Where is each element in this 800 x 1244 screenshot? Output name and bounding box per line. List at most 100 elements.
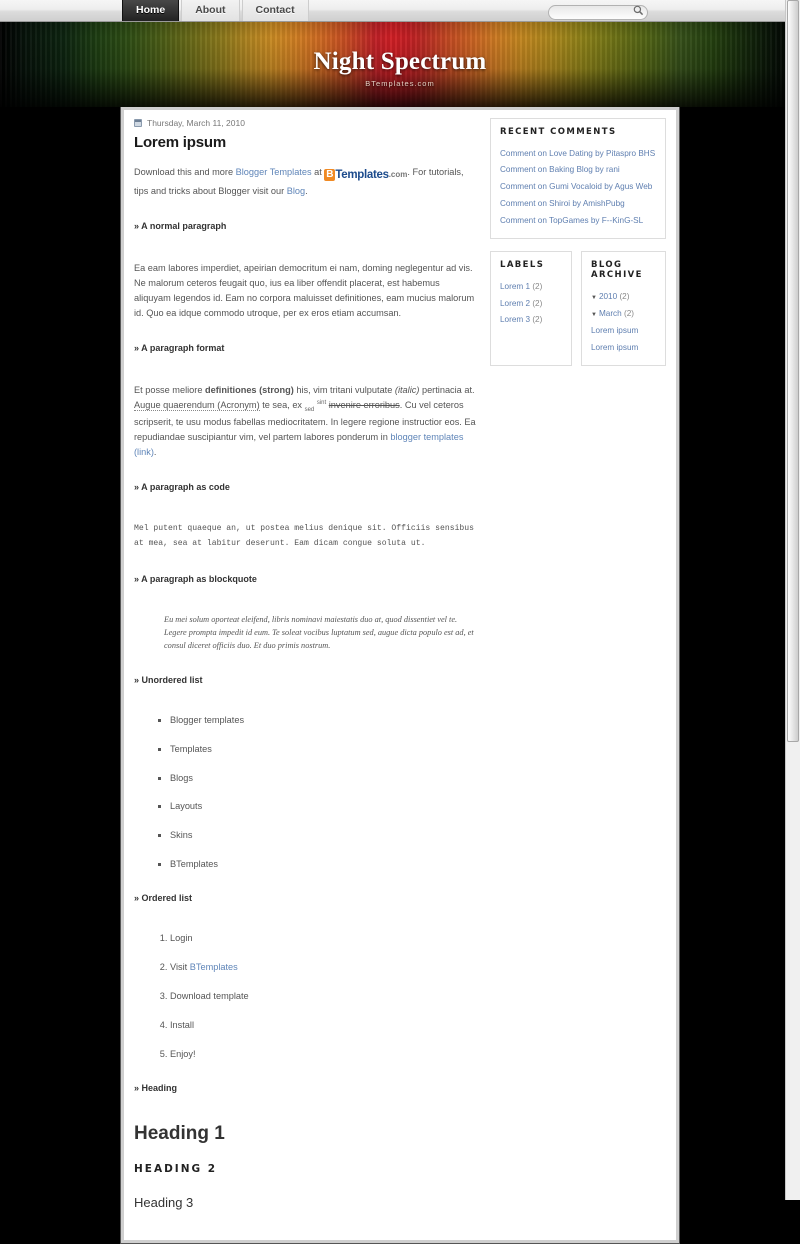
code-block: Mel putent quaeque an, ut postea melius … [134,524,479,549]
intro-text-2: at [311,167,325,177]
label-link[interactable]: Lorem 1 [500,282,530,291]
widget-recent-comments: Recent Comments Comment on Love Dating b… [490,118,666,240]
archive-post-link[interactable]: Lorem ipsum [591,326,638,335]
chevron-down-icon[interactable]: ▼ [591,312,597,318]
banner-subtitle: BTemplates.com [365,79,435,88]
nav-label: Contact [255,4,295,16]
main-nav: Home About Contact [122,0,311,21]
scrollbar-thumb[interactable] [787,0,799,742]
italic-sample: (italic) [394,384,420,395]
nav-label: About [195,4,226,16]
comment-link[interactable]: Comment on Shiroi by AmishPubg [500,199,625,208]
section-heading: » Heading [134,1083,178,1094]
blog-link[interactable]: Blog [287,186,305,196]
blockquote-text: Eu mei solum oporteat eleifend, libris n… [164,615,474,650]
label-link[interactable]: Lorem 3 [500,315,530,324]
list-item[interactable]: Comment on Shiroi by AmishPubg [500,196,656,213]
comment-link[interactable]: Comment on TopGames by F--KinG-SL [500,216,643,225]
list-item: Install [170,1020,478,1032]
archive-year-count: (2) [619,291,630,301]
sidebar-second-row: Labels Lorem 1 (2) Lorem 2 (2) Lorem 3 (… [490,251,666,367]
section-paragraph-code: » A paragraph as code Mel putent quaeque… [134,482,478,552]
list-item[interactable]: Lorem 3 (2) [500,312,562,329]
list-item[interactable]: Comment on TopGames by F--KinG-SL [500,212,656,229]
section-heading: » Unordered list [134,674,203,685]
list-item[interactable]: Comment on Love Dating by Pitaspro BHS [500,145,656,162]
list-item: Visit BTemplates [170,962,478,974]
archive-post-row[interactable]: Lorem ipsum [591,323,656,340]
nav-label: Home [136,4,166,16]
recent-comments-list: Comment on Love Dating by Pitaspro BHS C… [500,145,656,229]
intro-text-4: . [305,186,308,197]
section-headings: » Heading Heading 1 HEADING 2 Heading 3 [134,1083,478,1210]
archive-tree: ▼ 2010 (2) ▼ March (2) Lorem ipsum Lorem i… [591,288,656,356]
archive-year-row[interactable]: ▼ 2010 (2) [591,288,656,305]
section-heading: » A paragraph as code [134,482,230,493]
archive-post-row[interactable]: Lorem ipsum [591,339,656,356]
label-link[interactable]: Lorem 2 [500,299,530,308]
post-date-text: Thursday, March 11, 2010 [147,118,245,128]
banner-content: Night Spectrum BTemplates.com [120,22,680,88]
post-intro-paragraph: Download this and more Blogger Templates… [134,165,478,199]
page-title: Night Spectrum [313,48,487,75]
fmt-4: te sea, ex [259,399,305,410]
chevron-down-icon[interactable]: ▼ [591,295,597,301]
archive-month-link[interactable]: March [599,309,622,318]
archive-post-link[interactable]: Lorem ipsum [591,343,638,352]
strikethrough-sample: invenire erroribus [328,399,400,410]
btemplates-logo: B Templates .com [324,166,407,185]
vertical-scrollbar[interactable] [785,0,800,1200]
subscript-sample: sed [304,406,315,413]
section-heading: » A paragraph as blockquote [134,574,257,585]
comment-link[interactable]: Comment on Love Dating by Pitaspro BHS [500,149,655,158]
acronym-sample: Augue quaerendum (Acronym) [134,399,260,411]
top-navigation-bar: Home About Contact [0,0,800,22]
heading-3-sample: Heading 3 [134,1195,194,1211]
labels-list: Lorem 1 (2) Lorem 2 (2) Lorem 3 (2) [500,278,562,329]
fmt-1: Et posse meliore [134,384,205,395]
section-heading: » A paragraph format [134,342,225,353]
section-ordered-list: » Ordered list Login Visit BTemplates Do… [134,893,478,1061]
blogger-templates-link[interactable]: Blogger Templates [236,167,312,177]
normal-paragraph-text: Ea eam labores imperdiet, apeirian democ… [134,263,475,319]
fmt-6: . [153,447,157,458]
site-header-banner: Night Spectrum BTemplates.com [0,22,800,107]
comment-link[interactable]: Comment on Gumi Vocaloid by Agus Web [500,182,652,191]
widget-title: Labels [500,260,545,271]
list-item: Blogs [170,773,478,785]
section-unordered-list: » Unordered list Blogger templates Templ… [134,675,478,872]
btemplates-list-link[interactable]: BTemplates [190,962,238,972]
strong-sample: definitiones (strong) [204,384,294,395]
nav-item-home[interactable]: Home [122,0,180,21]
widget-title: Recent Comments [500,127,617,137]
btemplates-tld: .com [388,169,408,179]
search-box [548,2,648,20]
list-item: BTemplates [170,859,478,871]
search-icon[interactable] [633,4,644,16]
list-item[interactable]: Comment on Gumi Vocaloid by Agus Web [500,179,656,196]
widget-title: Blog Archive [591,260,643,281]
format-paragraph-text: Et posse meliore definitiones (strong) h… [134,383,478,460]
fmt-3: pertinacia at. [419,384,475,395]
list-item[interactable]: Lorem 1 (2) [500,278,562,295]
page-body: Thursday, March 11, 2010 Lorem ipsum Dow… [124,110,676,1241]
nav-item-contact[interactable]: Contact [241,0,309,21]
sidebar: Recent Comments Comment on Love Dating b… [486,118,666,1230]
list-item: Blogger templates [170,715,478,727]
calendar-icon [134,119,142,127]
list-item: Layouts [170,801,478,813]
fmt-2: his, vim tritani vulputate [293,384,395,395]
list-item: Download template [170,991,478,1003]
unordered-list: Blogger templates Templates Blogs Layout… [134,715,478,872]
list-item: Templates [170,744,478,756]
comment-link[interactable]: Comment on Baking Blog by rani [500,165,620,174]
archive-year-link[interactable]: 2010 [599,292,617,301]
list-item[interactable]: Comment on Baking Blog by rani [500,162,656,179]
section-heading: » Ordered list [134,893,193,904]
archive-month-row[interactable]: ▼ March (2) [591,305,656,322]
post-column: Thursday, March 11, 2010 Lorem ipsum Dow… [134,118,486,1230]
nav-item-about[interactable]: About [181,0,240,21]
post-title: Lorem ipsum [134,134,226,151]
list-item: Skins [170,830,478,842]
list-item[interactable]: Lorem 2 (2) [500,295,562,312]
